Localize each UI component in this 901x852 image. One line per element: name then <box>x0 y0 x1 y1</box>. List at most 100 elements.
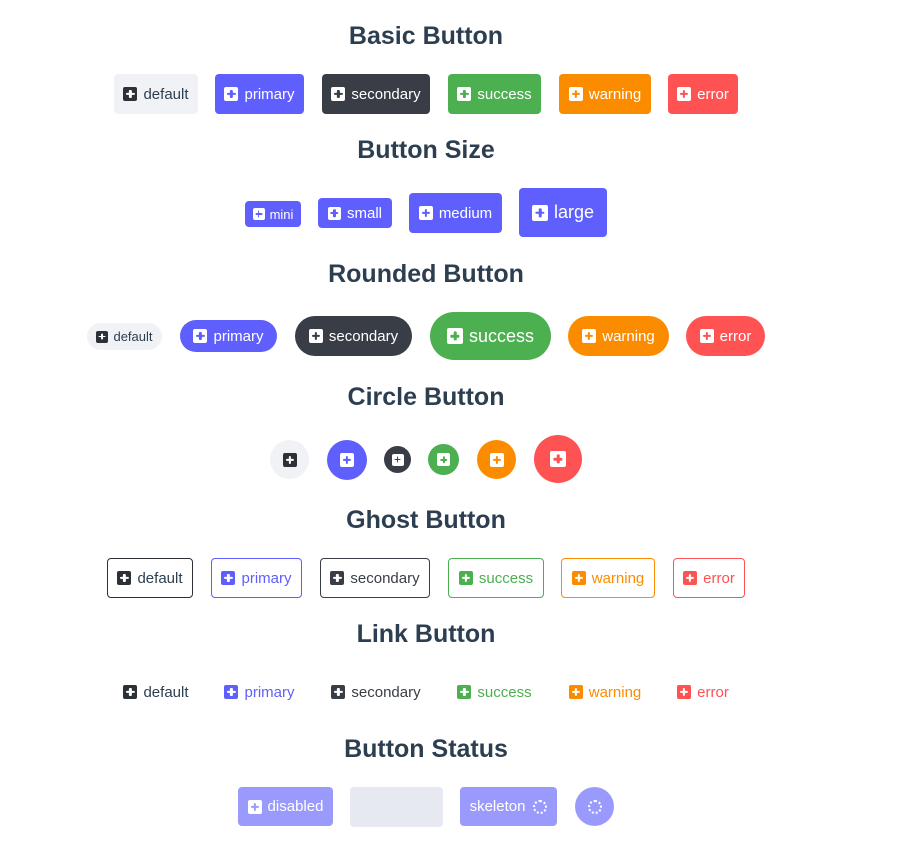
plus-icon <box>677 685 692 699</box>
plus-icon <box>123 685 138 699</box>
basic-secondary-button[interactable]: secondary <box>322 74 430 114</box>
button-label: warning <box>591 569 645 587</box>
link-default-button[interactable]: default <box>114 672 198 712</box>
plus-icon <box>327 206 341 220</box>
basic-default-button[interactable]: default <box>114 74 198 114</box>
button-label: error <box>697 683 729 701</box>
plus-icon <box>531 204 548 221</box>
circle-error-button[interactable] <box>534 435 582 483</box>
plus-icon <box>489 452 504 467</box>
link-primary-button[interactable]: primary <box>215 672 304 712</box>
size-large-button[interactable]: large <box>519 188 607 237</box>
button-label: error <box>703 569 735 587</box>
plus-icon <box>699 329 714 343</box>
plus-icon <box>446 328 463 344</box>
plus-icon <box>582 329 597 343</box>
link-error-button[interactable]: error <box>668 672 738 712</box>
basic-warning-button[interactable]: warning <box>559 74 651 114</box>
plus-icon <box>677 87 692 101</box>
basic-button-heading: Basic Button <box>348 22 504 50</box>
button-label: disabled <box>267 798 324 815</box>
circle-secondary-button[interactable] <box>384 446 411 473</box>
button-label: secondary <box>351 85 421 103</box>
plus-icon <box>331 685 346 699</box>
link-warning-button[interactable]: warning <box>559 672 651 712</box>
button-label: warning <box>588 85 642 103</box>
link-button-heading: Link Button <box>356 620 496 648</box>
plus-icon <box>458 571 473 585</box>
plus-icon <box>193 329 208 343</box>
plus-icon <box>437 453 450 466</box>
rounded-primary-button[interactable]: primary <box>180 320 277 352</box>
button-label: error <box>697 85 729 103</box>
rounded-button-heading: Rounded Button <box>328 260 524 288</box>
ghost-success-button[interactable]: success <box>448 558 544 598</box>
skeleton-placeholder-button <box>350 787 443 827</box>
button-label: warning <box>602 327 655 345</box>
ghost-warning-button[interactable]: warning <box>561 558 655 598</box>
plus-icon <box>282 452 297 467</box>
plus-icon <box>340 453 354 467</box>
button-label: success <box>468 325 535 346</box>
circle-button-heading: Circle Button <box>347 383 505 411</box>
ghost-button-heading: Ghost Button <box>346 506 506 534</box>
link-success-button[interactable]: success <box>448 672 541 712</box>
button-label: small <box>346 204 382 222</box>
loading-spinner-icon <box>587 799 602 814</box>
button-label: primary <box>244 683 295 701</box>
basic-success-button[interactable]: success <box>448 74 541 114</box>
button-label: default <box>143 85 189 103</box>
plus-icon <box>96 330 109 343</box>
rounded-warning-button[interactable]: warning <box>568 316 669 356</box>
size-small-button[interactable]: small <box>318 198 392 228</box>
button-size-heading: Button Size <box>357 136 495 164</box>
rounded-error-button[interactable]: error <box>686 316 765 356</box>
plus-icon <box>331 87 346 101</box>
button-label: secondary <box>328 327 399 345</box>
button-label: default <box>143 683 189 701</box>
button-label: success <box>477 85 532 103</box>
plus-icon <box>391 453 404 466</box>
disabled-button: disabled <box>238 787 333 826</box>
plus-icon <box>330 571 345 585</box>
button-label: mini <box>269 206 294 222</box>
button-label: secondary <box>351 683 421 701</box>
button-label: primary <box>213 327 264 345</box>
ghost-default-button[interactable]: default <box>107 558 193 598</box>
plus-icon <box>224 87 239 101</box>
plus-icon <box>683 571 698 585</box>
basic-primary-button[interactable]: primary <box>215 74 304 114</box>
ghost-secondary-button[interactable]: secondary <box>320 558 430 598</box>
plus-icon <box>247 799 262 814</box>
plus-icon <box>457 87 472 101</box>
circle-primary-button[interactable] <box>327 440 367 480</box>
plus-icon <box>224 685 239 699</box>
button-label: default <box>137 569 183 587</box>
size-mini-button[interactable]: mini <box>245 201 301 227</box>
rounded-success-button[interactable]: success <box>430 312 551 360</box>
plus-icon <box>457 685 472 699</box>
button-label: primary <box>244 85 295 103</box>
rounded-secondary-button[interactable]: secondary <box>295 316 412 356</box>
basic-error-button[interactable]: error <box>668 74 738 114</box>
circle-success-button[interactable] <box>428 444 459 475</box>
button-label: error <box>719 327 752 345</box>
plus-icon <box>252 208 265 220</box>
rounded-default-button[interactable]: default <box>87 323 162 350</box>
plus-icon <box>550 451 566 467</box>
ghost-error-button[interactable]: error <box>673 558 745 598</box>
plus-icon <box>123 87 138 101</box>
button-label: secondary <box>350 569 420 587</box>
button-label: primary <box>241 569 292 587</box>
link-secondary-button[interactable]: secondary <box>322 672 430 712</box>
size-medium-button[interactable]: medium <box>409 193 502 233</box>
button-label: success <box>477 683 532 701</box>
button-label: medium <box>438 204 493 222</box>
plus-icon <box>117 571 132 585</box>
ghost-primary-button[interactable]: primary <box>211 558 302 598</box>
plus-icon <box>308 329 323 343</box>
circle-default-button[interactable] <box>270 440 309 479</box>
plus-icon <box>568 87 583 101</box>
circle-warning-button[interactable] <box>477 440 516 479</box>
plus-icon <box>418 206 433 220</box>
